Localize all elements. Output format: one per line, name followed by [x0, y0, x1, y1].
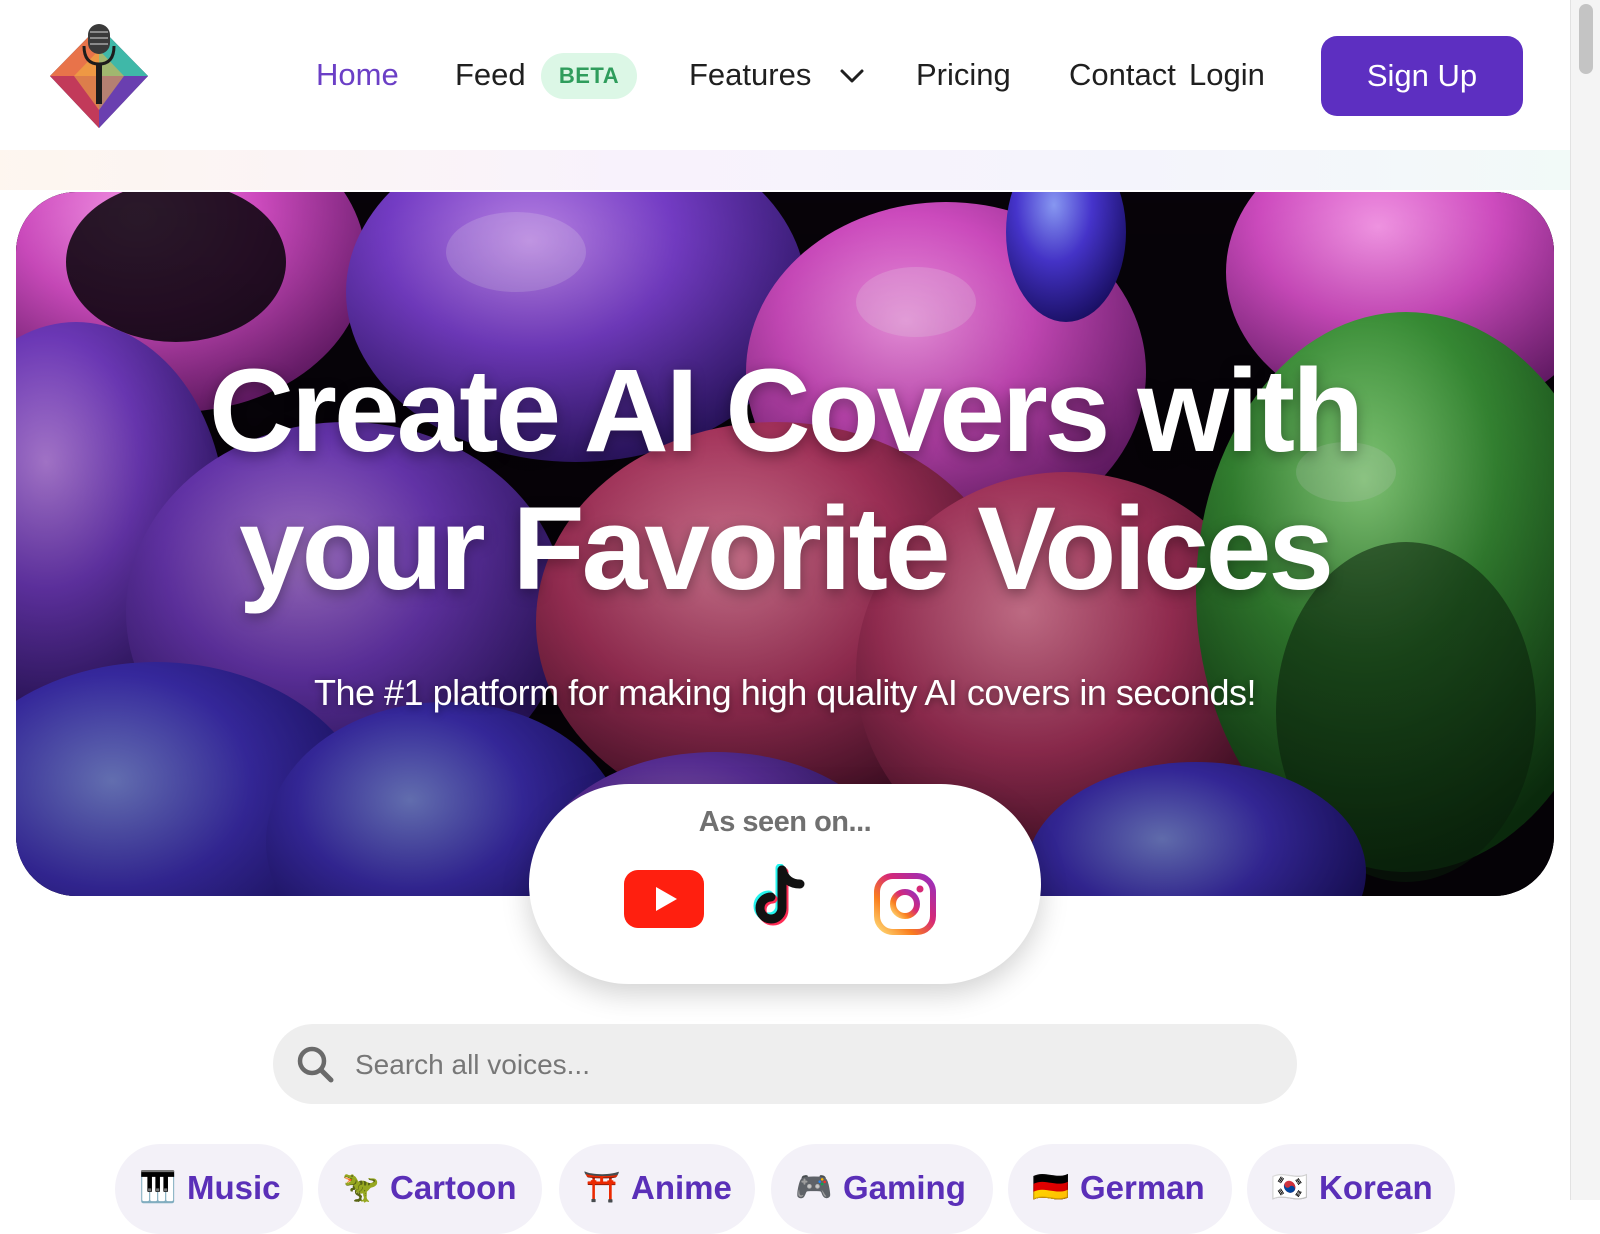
category-chip-korean[interactable]: 🇰🇷 Korean	[1247, 1144, 1455, 1234]
shrine-gate-icon: ⛩️	[583, 1171, 621, 1204]
dinosaur-icon: 🦖	[342, 1171, 380, 1204]
page-scrollbar[interactable]	[1570, 0, 1600, 1200]
chevron-down-icon[interactable]	[838, 64, 866, 88]
search-input[interactable]	[353, 1024, 1257, 1106]
category-chip-anime[interactable]: ⛩️ Anime	[559, 1144, 755, 1234]
category-chip-music[interactable]: 🎹 Music	[115, 1144, 303, 1234]
hero-title-line-2: your Favorite Voices	[239, 483, 1334, 615]
voice-search-bar[interactable]	[273, 1024, 1297, 1106]
as-seen-on-title: As seen on...	[698, 806, 872, 838]
search-icon	[297, 1046, 334, 1083]
korean-flag-icon: 🇰🇷	[1271, 1171, 1309, 1204]
category-label-korean: Korean	[1319, 1169, 1433, 1206]
hero-title: Create AI Covers with your Favorite Voic…	[16, 342, 1554, 618]
nav-features[interactable]: Features	[689, 52, 811, 98]
category-chip-gaming[interactable]: 🎮 Gaming	[771, 1144, 993, 1234]
nav-login[interactable]: Login	[1189, 52, 1265, 98]
nav-home[interactable]: Home	[316, 52, 399, 98]
tiktok-icon[interactable]	[752, 864, 812, 930]
category-label-music: Music	[187, 1169, 281, 1206]
game-controller-icon: 🎮	[795, 1171, 833, 1204]
as-seen-on-card: As seen on...	[529, 784, 1041, 984]
nav-contact[interactable]: Contact	[1069, 52, 1176, 98]
piano-icon: 🎹	[139, 1171, 177, 1204]
header-gradient-divider	[0, 150, 1570, 190]
feed-beta-badge: BETA	[541, 53, 637, 99]
nav-feed[interactable]: Feed	[455, 52, 526, 98]
instagram-icon[interactable]	[873, 872, 937, 936]
category-label-gaming: Gaming	[843, 1169, 966, 1206]
category-label-german: German	[1080, 1169, 1205, 1206]
scrollbar-thumb[interactable]	[1579, 4, 1593, 74]
sign-up-button[interactable]: Sign Up	[1321, 36, 1523, 116]
hero-title-line-1: Create AI Covers with	[208, 345, 1364, 477]
nav-pricing[interactable]: Pricing	[916, 52, 1011, 98]
youtube-icon[interactable]	[624, 870, 704, 928]
category-chip-german[interactable]: 🇩🇪 German	[1008, 1144, 1232, 1234]
german-flag-icon: 🇩🇪	[1032, 1171, 1070, 1204]
category-label-anime: Anime	[631, 1169, 732, 1206]
site-header: Home Feed BETA Features Pricing Contact …	[0, 0, 1570, 150]
category-chip-cartoon[interactable]: 🦖 Cartoon	[318, 1144, 542, 1234]
hero-subtitle: The #1 platform for making high quality …	[314, 672, 1257, 713]
category-label-cartoon: Cartoon	[390, 1169, 517, 1206]
microphone-logo-icon[interactable]	[44, 20, 154, 132]
